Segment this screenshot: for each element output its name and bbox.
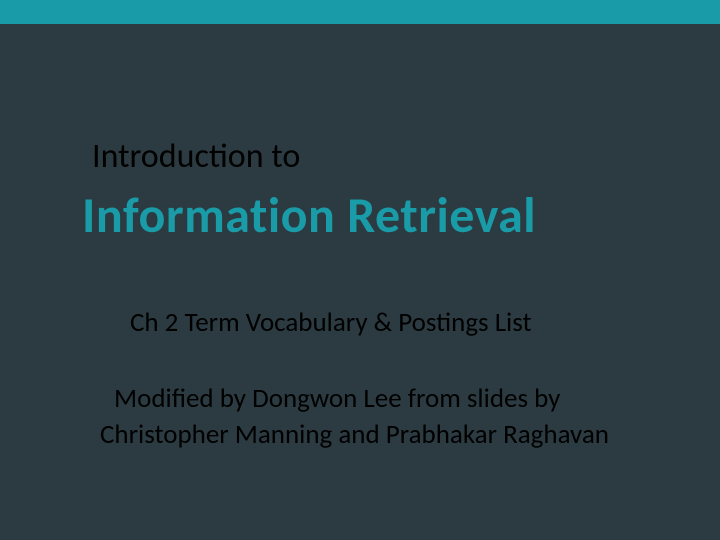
- kicker-text: Introduction to: [92, 136, 660, 177]
- top-accent-bar: [0, 0, 720, 24]
- attribution-line-2: Christopher Manning and Prabhakar Raghav…: [100, 417, 660, 453]
- attribution-line-1: Modified by Dongwon Lee from slides by: [114, 381, 660, 417]
- slide-title: Information Retrieval: [82, 185, 660, 246]
- attribution-block: Modified by Dongwon Lee from slides by C…: [100, 381, 660, 454]
- slide-content: Introduction to Information Retrieval Ch…: [0, 24, 720, 454]
- chapter-subtitle: Ch 2 Term Vocabulary & Postings List: [130, 306, 660, 339]
